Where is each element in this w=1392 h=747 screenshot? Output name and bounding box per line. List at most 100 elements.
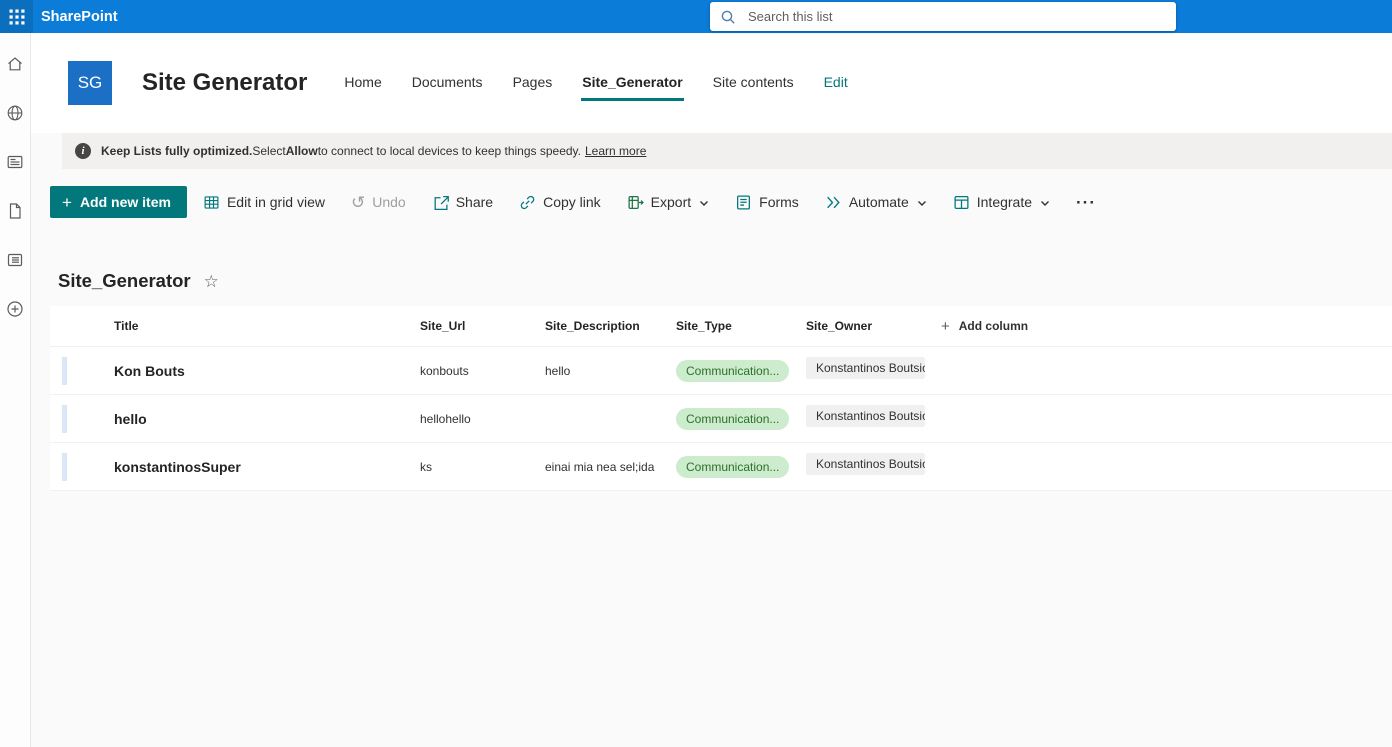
cell-site-url: hellohello	[420, 411, 471, 426]
banner-text: Select	[252, 144, 286, 158]
message-banner: i Keep Lists fully optimized. Select All…	[62, 133, 1392, 169]
column-header-site-owner[interactable]: Site_Owner	[806, 319, 941, 333]
search-box[interactable]	[710, 2, 1176, 31]
site-owner-badge: Konstantinos Boutsiou	[806, 453, 925, 475]
share-icon	[434, 195, 449, 210]
nav-site-generator[interactable]: Site_Generator	[581, 66, 684, 101]
chevron-down-icon	[917, 200, 926, 206]
site-type-badge: Communication...	[676, 407, 790, 430]
search-icon	[721, 10, 735, 24]
chevron-down-icon	[1041, 200, 1050, 206]
column-header-site-url[interactable]: Site_Url	[420, 319, 545, 333]
add-column-button[interactable]: + Add column	[941, 319, 1028, 334]
table-row[interactable]: konstantinosSuper ks einai mia nea sel;i…	[50, 443, 1392, 491]
cell-site-owner: Konstantinos Boutsiou	[806, 405, 941, 432]
integrate-icon	[954, 195, 969, 209]
nav-pages[interactable]: Pages	[512, 66, 554, 101]
add-new-item-button[interactable]: + Add new item	[50, 186, 187, 218]
command-label: Edit in grid view	[226, 194, 325, 210]
more-commands-button[interactable]: ···	[1076, 194, 1096, 211]
edit-in-grid-view-button[interactable]: Edit in grid view	[203, 194, 325, 211]
globe-icon[interactable]	[6, 104, 24, 122]
lists-icon[interactable]	[6, 251, 24, 269]
banner-text: to connect to local devices to keep thin…	[317, 144, 581, 158]
banner-allow-text: Allow	[285, 144, 318, 158]
banner-bold-text: Keep Lists fully optimized.	[101, 144, 253, 158]
plus-icon: +	[62, 192, 72, 212]
cell-site-description: hello	[545, 363, 571, 378]
row-select-cell[interactable]	[50, 404, 114, 433]
follow-star-icon[interactable]: ☆	[204, 273, 219, 290]
command-label: Copy link	[543, 194, 601, 210]
nav-documents[interactable]: Documents	[411, 66, 484, 101]
app-launcher-button[interactable]	[0, 0, 33, 33]
row-select-cell[interactable]	[50, 356, 114, 385]
list-table: Title Site_Url Site_Description Site_Typ…	[50, 306, 1392, 491]
command-label: Automate	[848, 194, 909, 210]
export-button[interactable]: Export	[627, 194, 709, 211]
nav-home[interactable]: Home	[343, 66, 382, 101]
site-owner-badge: Konstantinos Boutsiou	[806, 357, 925, 379]
plus-icon: +	[941, 317, 950, 335]
cell-title[interactable]: hello	[114, 411, 420, 427]
forms-icon	[737, 194, 751, 210]
site-logo[interactable]: SG	[68, 61, 112, 105]
main-canvas: SG Site Generator Home Documents Pages S…	[31, 33, 1392, 747]
nav-site-contents[interactable]: Site contents	[712, 66, 795, 101]
command-label: Undo	[372, 194, 406, 210]
site-nav: Home Documents Pages Site_Generator Site…	[343, 66, 848, 101]
link-icon	[520, 195, 535, 209]
forms-button[interactable]: Forms	[735, 194, 799, 211]
integrate-button[interactable]: Integrate	[953, 194, 1050, 211]
cell-site-type: Communication...	[676, 407, 806, 430]
search-input[interactable]	[746, 8, 1166, 25]
list-title-row: Site_Generator ☆	[58, 269, 1392, 293]
command-label: Integrate	[976, 194, 1033, 210]
table-header-row: Title Site_Url Site_Description Site_Typ…	[50, 306, 1392, 347]
site-header: SG Site Generator Home Documents Pages S…	[31, 33, 1392, 133]
undo-icon: ↺	[351, 192, 366, 212]
chevron-down-icon	[700, 200, 709, 206]
cell-title[interactable]: Kon Bouts	[114, 363, 420, 379]
cell-site-type: Communication...	[676, 455, 806, 478]
left-app-rail	[0, 33, 31, 747]
share-button[interactable]: Share	[432, 194, 493, 211]
cell-site-description: einai mia nea sel;ida	[545, 459, 655, 474]
cell-site-url: konbouts	[420, 363, 469, 378]
cell-site-type: Communication...	[676, 359, 806, 382]
news-icon[interactable]	[6, 153, 24, 171]
automate-button[interactable]: Automate	[825, 194, 927, 211]
add-column-label: Add column	[958, 319, 1029, 333]
waffle-icon	[9, 9, 24, 24]
table-row[interactable]: hello hellohello Communication... Konsta…	[50, 395, 1392, 443]
document-icon[interactable]	[6, 202, 24, 220]
column-header-title[interactable]: Title	[114, 319, 420, 333]
list-title: Site_Generator	[58, 270, 191, 291]
row-select-cell[interactable]	[50, 452, 114, 481]
learn-more-link[interactable]: Learn more	[585, 144, 646, 158]
automate-icon	[826, 196, 840, 208]
cell-title[interactable]: konstantinosSuper	[114, 459, 420, 475]
cell-site-url: ks	[420, 459, 432, 474]
undo-button[interactable]: ↺ Undo	[351, 194, 406, 211]
site-owner-badge: Konstantinos Boutsiou	[806, 405, 925, 427]
nav-edit[interactable]: Edit	[823, 66, 849, 101]
row-indicator-bar	[62, 404, 67, 433]
row-indicator-bar	[62, 356, 67, 385]
column-header-site-type[interactable]: Site_Type	[676, 319, 806, 333]
cell-site-owner: Konstantinos Boutsiou	[806, 357, 941, 384]
row-indicator-bar	[62, 452, 67, 481]
copy-link-button[interactable]: Copy link	[519, 194, 601, 211]
export-excel-icon	[628, 195, 644, 209]
column-header-site-description[interactable]: Site_Description	[545, 319, 676, 333]
table-row[interactable]: Kon Bouts konbouts hello Communication..…	[50, 347, 1392, 395]
grid-icon	[204, 195, 219, 209]
create-icon[interactable]	[6, 300, 24, 318]
sharepoint-brand[interactable]: SharePoint	[41, 9, 118, 25]
command-label: Export	[650, 194, 692, 210]
site-type-badge: Communication...	[676, 455, 790, 478]
add-new-item-label: Add new item	[79, 194, 171, 210]
home-icon[interactable]	[6, 55, 24, 73]
command-label: Forms	[759, 194, 799, 210]
suite-bar: SharePoint	[0, 0, 1392, 33]
